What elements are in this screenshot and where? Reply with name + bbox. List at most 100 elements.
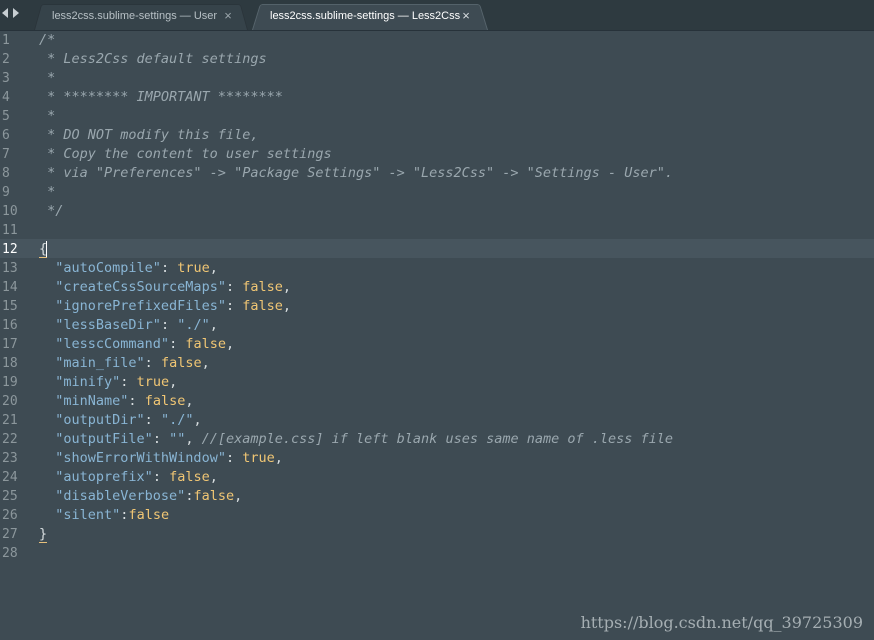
code-line[interactable]: * — [39, 69, 673, 88]
code-token: , — [209, 260, 218, 276]
code-line[interactable]: * via "Preferences" -> "Package Settings… — [39, 164, 673, 183]
code-line[interactable]: */ — [39, 202, 673, 221]
code-line[interactable]: } — [39, 525, 673, 544]
code-line[interactable]: * DO NOT modify this file, — [39, 126, 673, 145]
line-number: 13 — [2, 261, 18, 276]
string-token: "outputDir" — [55, 412, 145, 428]
string-token: "autoprefix" — [55, 469, 153, 485]
code-line[interactable]: "showErrorWithWindow": true, — [39, 449, 673, 468]
code-line[interactable]: "disableVerbose":false, — [39, 487, 673, 506]
code-token: : — [144, 355, 161, 371]
line-number: 26 — [2, 508, 18, 523]
comment-token: * Less2Css default settings — [39, 51, 267, 67]
code-line[interactable]: * Less2Css default settings — [39, 50, 673, 69]
code-line[interactable]: "outputDir": "./", — [39, 411, 673, 430]
code-line[interactable]: { — [39, 240, 673, 259]
string-token: "showErrorWithWindow" — [55, 450, 226, 466]
comment-token: * — [39, 108, 56, 124]
code-token: , — [209, 317, 218, 333]
code-token: : — [225, 298, 243, 314]
brace-token: } — [39, 526, 48, 543]
code-line[interactable]: "autoprefix": false, — [39, 468, 673, 487]
string-token: "lessBaseDir" — [55, 317, 161, 333]
code-line[interactable]: /* — [39, 31, 673, 50]
code-line[interactable]: "ignorePrefixedFiles": false, — [39, 297, 673, 316]
code-token: : — [144, 412, 161, 428]
boolean-token: false — [128, 507, 170, 523]
code-line[interactable]: * Copy the content to user settings — [39, 145, 673, 164]
code-line[interactable] — [39, 221, 673, 240]
string-token: "silent" — [55, 507, 121, 523]
line-number: 23 — [2, 451, 18, 466]
code-line[interactable]: "minify": true, — [39, 373, 673, 392]
line-number: 22 — [2, 432, 18, 447]
comment-token: * Copy the content to user settings — [39, 146, 332, 162]
line-number: 4 — [2, 90, 10, 105]
boolean-token: false — [185, 336, 226, 352]
tab-label: less2css.sublime-settings — User — [52, 10, 218, 22]
tab-label: less2css.sublime-settings — Less2Css — [270, 10, 461, 22]
boolean-token: true — [177, 260, 210, 276]
sublime-text-window: less2css.sublime-settings — User × less2… — [0, 0, 874, 640]
line-number: 15 — [2, 299, 18, 314]
line-number: 9 — [2, 185, 10, 200]
line-number: 8 — [2, 166, 10, 181]
code-line[interactable]: "main_file": false, — [39, 354, 673, 373]
code-line[interactable]: * ******** IMPORTANT ******** — [39, 88, 673, 107]
line-number: 19 — [2, 375, 18, 390]
tab-default-settings[interactable]: less2css.sublime-settings — Less2Css × — [252, 2, 488, 30]
string-token: "createCssSourceMaps" — [55, 279, 226, 295]
boolean-token: false — [242, 298, 283, 314]
line-number: 21 — [2, 413, 18, 428]
code-line[interactable]: "createCssSourceMaps": false, — [39, 278, 673, 297]
line-number: 25 — [2, 489, 18, 504]
comment-token: * via "Preferences" -> "Package Settings… — [39, 165, 673, 181]
boolean-token: false — [193, 488, 235, 504]
code-line[interactable] — [39, 544, 673, 563]
tab-navigation — [0, 0, 26, 30]
code-token: : — [152, 469, 170, 485]
tab-user-settings[interactable]: less2css.sublime-settings — User × — [34, 2, 248, 30]
string-token: "./" — [160, 412, 194, 428]
code-line[interactable]: "outputFile": "", //[example.css] if lef… — [39, 430, 673, 449]
code-line[interactable]: "silent":false — [39, 506, 673, 525]
code-line[interactable]: "lessBaseDir": "./", — [39, 316, 673, 335]
chevron-right-icon[interactable] — [13, 8, 19, 18]
boolean-token: false — [169, 469, 210, 485]
code-line[interactable]: "minName": false, — [39, 392, 673, 411]
code-line[interactable]: * — [39, 183, 673, 202]
line-number: 16 — [2, 318, 18, 333]
code-token: : — [152, 431, 170, 447]
line-number: 3 — [2, 71, 10, 86]
code-line[interactable]: "autoCompile": true, — [39, 259, 673, 278]
code-token: , — [185, 431, 202, 447]
close-icon[interactable]: × — [222, 2, 234, 30]
code-text-area[interactable]: /* * Less2Css default settings * * *****… — [39, 31, 673, 563]
string-token: "main_file" — [55, 355, 145, 371]
line-number: 18 — [2, 356, 18, 371]
code-token: , — [185, 393, 194, 409]
code-token: : — [225, 450, 243, 466]
code-editor[interactable]: 1 2 3 4 5 6 7 8 9 10 11 12 13 14 15 16 17 18 19 20 21 22 23 24 2… — [0, 31, 874, 640]
code-token: , — [209, 469, 218, 485]
line-number: 24 — [2, 470, 18, 485]
watermark: https://blog.csdn.net/qq_39725309 — [580, 613, 863, 632]
line-number: 28 — [2, 546, 18, 561]
close-icon[interactable]: × — [460, 2, 472, 30]
comment-token: /* — [39, 32, 56, 48]
code-line[interactable]: "lesscCommand": false, — [39, 335, 673, 354]
code-token: : — [160, 260, 178, 276]
boolean-token: false — [160, 355, 202, 371]
code-line[interactable]: * — [39, 107, 673, 126]
code-token: , — [193, 412, 202, 428]
chevron-left-icon[interactable] — [2, 8, 8, 18]
